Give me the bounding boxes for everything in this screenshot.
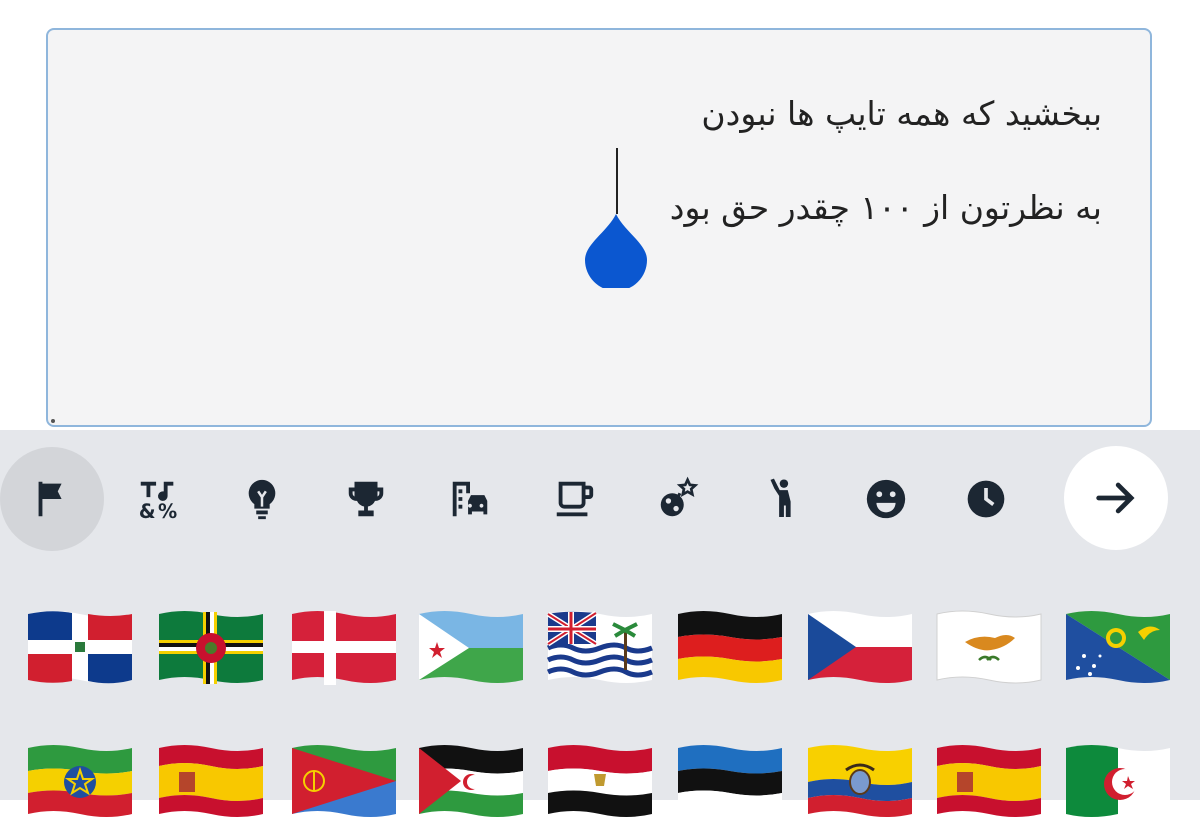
- algeria-flag-icon: [1066, 745, 1170, 817]
- svg-text:%: %: [158, 500, 177, 522]
- cyprus-flag-icon: [936, 610, 1042, 684]
- dominica-flag-icon: [159, 611, 263, 684]
- flag-ecuador[interactable]: [806, 742, 914, 820]
- tab-smileys[interactable]: [834, 447, 938, 551]
- tab-objects[interactable]: [210, 447, 314, 551]
- flag-spain[interactable]: [157, 742, 265, 820]
- flag-christmas-island[interactable]: [1064, 608, 1172, 686]
- emoji-category-bar: & %: [0, 430, 1200, 564]
- dominican-republic-flag-icon: [28, 611, 132, 684]
- nature-icon: [660, 476, 699, 517]
- tab-flags[interactable]: [0, 447, 104, 551]
- flag-ceuta-melilla[interactable]: [935, 742, 1043, 820]
- smiley-icon: [866, 479, 906, 519]
- arrow-right-icon: [1096, 482, 1135, 514]
- emoji-keyboard: & %: [0, 430, 1200, 817]
- estonia-flag-icon: [678, 745, 782, 817]
- czechia-flag-icon: [808, 611, 912, 683]
- spain-flag-icon: [159, 745, 263, 817]
- egypt-flag-icon: [548, 745, 652, 817]
- ceuta-melilla-flag-icon: [937, 745, 1041, 817]
- symbols-icon: & %: [139, 481, 177, 522]
- flag-dominican-republic[interactable]: [26, 608, 134, 686]
- flag-czechia[interactable]: [806, 608, 914, 686]
- djibouti-flag-icon: [419, 611, 523, 683]
- trophy-icon: [348, 481, 384, 517]
- flag-egypt[interactable]: [546, 742, 654, 820]
- tab-people[interactable]: [730, 447, 834, 551]
- recent-icon: [967, 480, 1005, 518]
- denmark-flag-icon: [292, 611, 396, 685]
- flag-cyprus[interactable]: [935, 608, 1043, 686]
- resize-handle[interactable]: [51, 419, 55, 423]
- flag-eritrea[interactable]: [290, 742, 398, 820]
- biot-flag-icon: [546, 610, 653, 683]
- flag-algeria[interactable]: [1064, 742, 1172, 820]
- message-line-2: به نظرتون از ۱۰۰ چقدر حق بود: [669, 188, 1102, 227]
- food-icon: [556, 481, 594, 517]
- people-icon: [770, 478, 791, 518]
- tab-symbols[interactable]: & %: [106, 447, 210, 551]
- ethiopia-flag-icon: [28, 745, 132, 817]
- flag-western-sahara[interactable]: [417, 742, 525, 820]
- flag-ethiopia[interactable]: [26, 742, 134, 820]
- germany-flag-icon: [678, 611, 782, 683]
- svg-text:&: &: [139, 500, 156, 522]
- tab-activities[interactable]: [314, 447, 418, 551]
- flag-djibouti[interactable]: [417, 608, 525, 686]
- lightbulb-icon: [248, 479, 276, 520]
- flag-germany[interactable]: [676, 608, 784, 686]
- flag-denmark[interactable]: [290, 608, 398, 686]
- text-cursor: [616, 148, 618, 214]
- western-sahara-flag-icon: [419, 745, 523, 817]
- travel-icon: [452, 481, 488, 517]
- flag-estonia[interactable]: [676, 742, 784, 820]
- christmas-island-flag-icon: [1066, 611, 1170, 683]
- next-category-button[interactable]: [1064, 446, 1168, 550]
- eritrea-flag-icon: [292, 745, 396, 817]
- tab-food[interactable]: [522, 447, 626, 551]
- tab-recent[interactable]: [938, 447, 1008, 551]
- message-line-1: ببخشید که همه تایپ ها نبودن: [701, 94, 1102, 133]
- message-textarea[interactable]: ببخشید که همه تایپ ها نبودن به نظرتون از…: [46, 28, 1152, 427]
- tab-travel[interactable]: [418, 447, 522, 551]
- tab-nature[interactable]: [626, 447, 730, 551]
- flag-icon: [38, 481, 62, 517]
- flag-british-indian-ocean-territory[interactable]: [546, 608, 654, 686]
- flag-dominica[interactable]: [157, 608, 265, 686]
- cursor-handle-icon[interactable]: [585, 214, 647, 288]
- ecuador-flag-icon: [808, 745, 912, 817]
